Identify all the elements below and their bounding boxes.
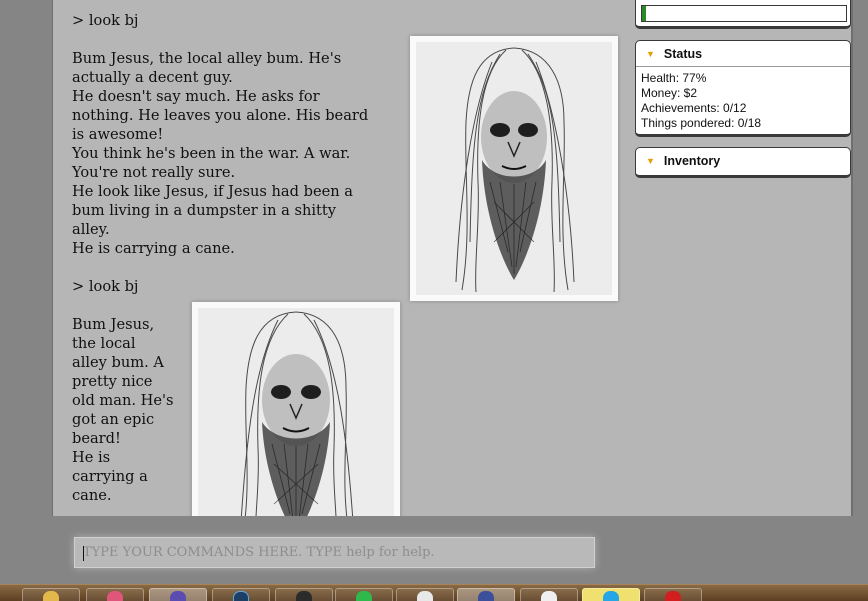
description-line: beard! xyxy=(72,430,121,447)
status-panel: ▼ Status Health: 77% Money: $2 Achieveme… xyxy=(635,40,851,137)
description-line: the local xyxy=(72,335,136,352)
network-icon[interactable] xyxy=(457,588,515,601)
description-line: carrying a xyxy=(72,468,148,485)
folder-icon[interactable] xyxy=(22,588,80,601)
command-echo: > look bj xyxy=(72,12,139,29)
description-line: Bum Jesus, the local alley bum. He's xyxy=(72,50,342,67)
progress-bar xyxy=(641,5,847,22)
description-line: alley bum. A xyxy=(72,354,164,371)
status-header[interactable]: ▼ Status xyxy=(636,41,850,67)
description-line: You think he's been in the war. A war. xyxy=(72,145,351,162)
skype-icon[interactable] xyxy=(582,588,640,601)
money-stat: Money: $2 xyxy=(641,86,698,100)
notepad-icon[interactable] xyxy=(520,588,578,601)
bum-jesus-portrait xyxy=(192,302,400,516)
description-line: pretty nice xyxy=(72,373,153,390)
command-input[interactable] xyxy=(75,538,594,567)
description-line: Bum Jesus, xyxy=(72,316,155,333)
description-block-2: Bum Jesus, the local alley bum. A pretty… xyxy=(72,315,174,505)
description-line: You're not really sure. xyxy=(72,164,236,181)
description-line: He is carrying a cane. xyxy=(72,240,235,257)
description-line: bum living in a dumpster in a shitty xyxy=(72,202,336,219)
inventory-panel: ▼ Inventory xyxy=(635,147,851,178)
description-block-1: Bum Jesus, the local alley bum. He's act… xyxy=(72,49,368,258)
pondered-stat: Things pondered: 0/18 xyxy=(641,116,762,130)
left-margin xyxy=(0,0,53,516)
description-line: got an epic xyxy=(72,411,155,428)
status-body: Health: 77% Money: $2 Achievements: 0/12… xyxy=(636,67,850,134)
description-line: He doesn't say much. He asks for xyxy=(72,88,320,105)
flash-icon[interactable] xyxy=(644,588,702,601)
spotify-icon[interactable] xyxy=(335,588,393,601)
inventory-title: Inventory xyxy=(663,154,721,168)
text-caret xyxy=(83,546,84,561)
description-line: old man. He's xyxy=(72,392,174,409)
inventory-header[interactable]: ▼ Inventory xyxy=(636,148,850,174)
description-line: He look like Jesus, if Jesus had been a xyxy=(72,183,353,200)
bum-jesus-sketch xyxy=(198,308,394,516)
photoshop-icon[interactable] xyxy=(212,588,270,601)
achievements-stat: Achievements: 0/12 xyxy=(641,101,747,115)
description-line: He is xyxy=(72,449,111,466)
bum-jesus-sketch xyxy=(416,42,612,295)
command-echo: > look bj xyxy=(72,278,139,295)
collapse-triangle-icon[interactable]: ▼ xyxy=(646,156,655,166)
description-line: actually a decent guy. xyxy=(72,69,233,86)
health-stat: Health: 77% xyxy=(641,71,707,85)
description-line: alley. xyxy=(72,221,110,238)
collapse-triangle-icon[interactable]: ▼ xyxy=(646,49,655,59)
bum-jesus-portrait xyxy=(410,36,618,301)
documents-icon[interactable] xyxy=(396,588,454,601)
media-icon[interactable] xyxy=(149,588,207,601)
status-title: Status xyxy=(663,46,703,61)
description-line: is awesome! xyxy=(72,126,164,143)
description-line: nothing. He leaves you alone. His beard xyxy=(72,107,369,124)
taskbar xyxy=(0,584,868,601)
description-line: cane. xyxy=(72,487,112,504)
browser-icon[interactable] xyxy=(275,588,333,601)
progress-fill xyxy=(642,6,647,21)
itunes-icon[interactable] xyxy=(86,588,144,601)
progress-panel xyxy=(635,0,851,29)
command-bar xyxy=(74,537,595,568)
